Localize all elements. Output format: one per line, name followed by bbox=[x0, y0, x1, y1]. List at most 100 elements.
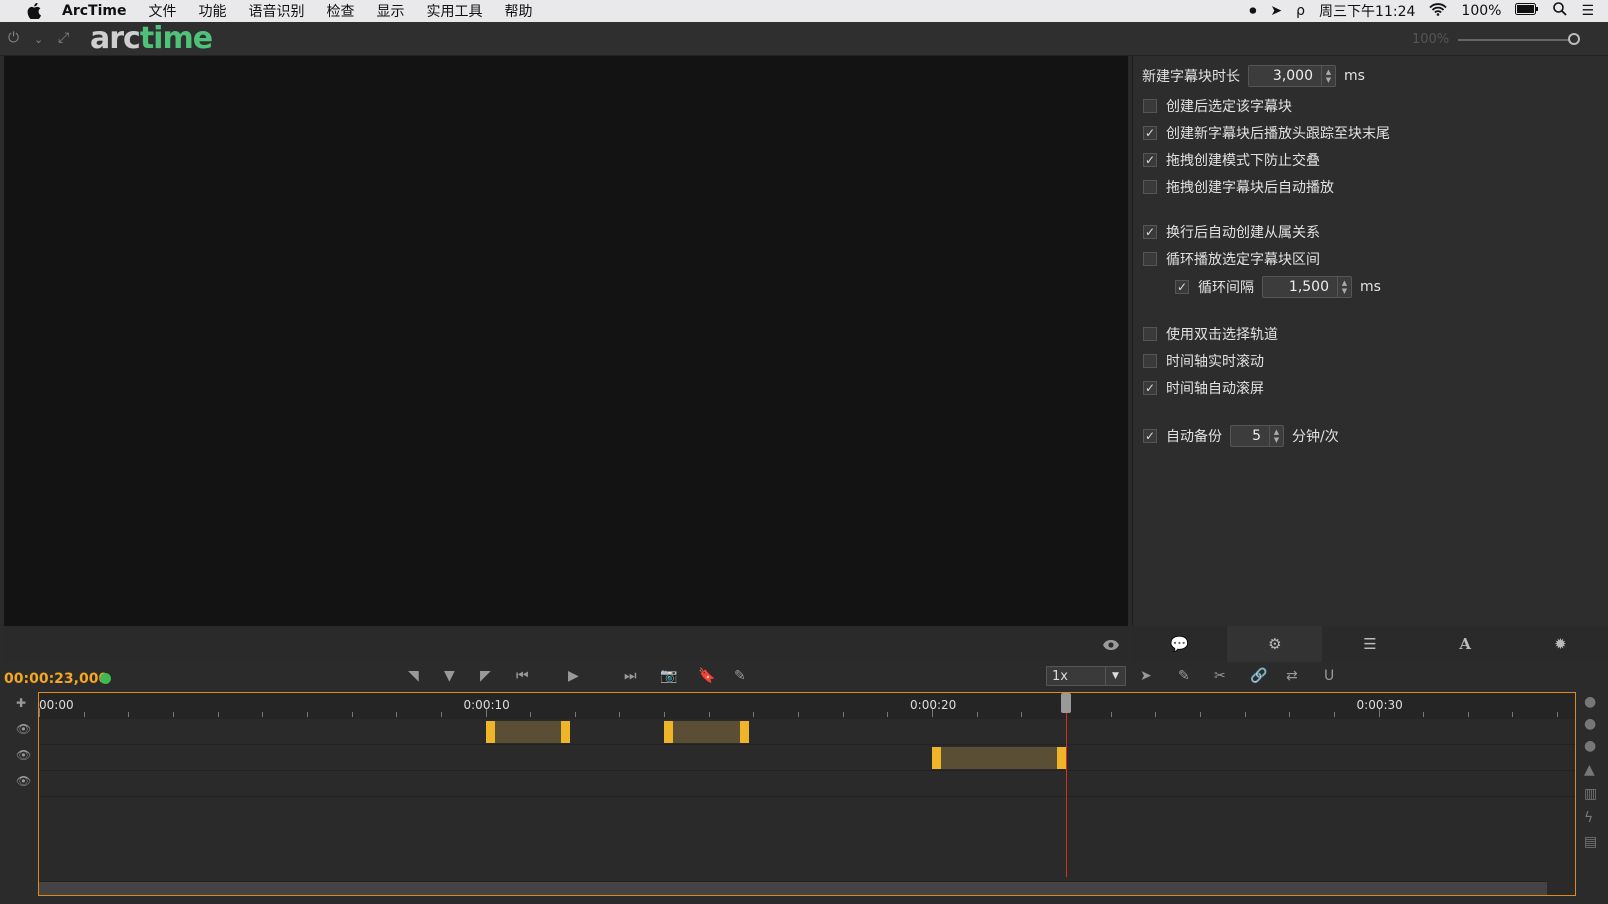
checkbox[interactable] bbox=[1143, 354, 1157, 368]
camera-icon[interactable]: 📷 bbox=[660, 668, 677, 684]
track-eye-icon[interactable]: 👁 bbox=[16, 774, 31, 788]
option-row-0[interactable]: 创建后选定该字幕块 bbox=[1143, 96, 1292, 116]
menu-app[interactable]: ArcTime bbox=[62, 3, 126, 19]
ruler-tick bbox=[396, 712, 398, 717]
subtitle-track[interactable] bbox=[39, 745, 1575, 771]
pointer-icon[interactable]: ➤ bbox=[1140, 668, 1152, 684]
spotlight-search-icon[interactable] bbox=[1553, 2, 1568, 20]
subtitle-block[interactable] bbox=[664, 721, 749, 743]
checkbox[interactable]: ✓ bbox=[1143, 225, 1157, 239]
link-icon[interactable]: 🔗 bbox=[1250, 668, 1267, 684]
chevron-down-icon[interactable]: ⌄ bbox=[34, 33, 43, 46]
checkbox[interactable]: ✓ bbox=[1175, 280, 1189, 294]
option-row-7[interactable]: 时间轴实时滚动 bbox=[1143, 351, 1264, 371]
timeline[interactable]: 00:00 0:00:10 0:00:20 0:00:30 bbox=[38, 692, 1576, 896]
magnet-icon[interactable]: U bbox=[1324, 668, 1334, 684]
keyboard-icon[interactable]: ▤ bbox=[1584, 834, 1597, 850]
menu-speech[interactable]: 语音识别 bbox=[248, 1, 304, 21]
subtitle-block[interactable] bbox=[485, 721, 571, 743]
apple-icon[interactable] bbox=[24, 3, 44, 19]
mark-in-icon[interactable]: ◥ bbox=[408, 668, 419, 684]
track-eye-icon[interactable]: 👁 bbox=[16, 748, 31, 762]
next-icon[interactable]: ⏭ bbox=[624, 668, 637, 684]
tab-settings[interactable]: ⚙ bbox=[1227, 626, 1323, 662]
swap-icon[interactable]: ⇄ bbox=[1286, 668, 1298, 684]
zoom-slider-knob[interactable] bbox=[1568, 33, 1580, 45]
menu-check[interactable]: 检查 bbox=[326, 1, 354, 21]
bookmark-icon[interactable]: 🔖 bbox=[698, 668, 715, 684]
time-ruler[interactable]: 00:00 0:00:10 0:00:20 0:00:30 bbox=[39, 693, 1575, 719]
checkbox[interactable] bbox=[1143, 327, 1157, 341]
horizontal-scrollbar[interactable] bbox=[39, 881, 1547, 895]
globe-icon[interactable]: ● bbox=[1584, 694, 1596, 710]
mark-out-icon[interactable]: ◤ bbox=[480, 668, 491, 684]
checkbox[interactable]: ✓ bbox=[1143, 153, 1157, 167]
add-track-icon[interactable]: ✚ bbox=[16, 696, 26, 710]
notification-center-icon[interactable]: ☰ bbox=[1581, 3, 1594, 19]
option-row-5[interactable]: 循环播放选定字幕块区间 bbox=[1143, 249, 1320, 269]
tab-subtitles[interactable]: 💬 bbox=[1132, 626, 1227, 662]
wifi-icon[interactable] bbox=[1429, 2, 1448, 20]
globe-icon[interactable]: ● bbox=[1584, 716, 1596, 732]
option-row-6[interactable]: 使用双击选择轨道 bbox=[1143, 324, 1278, 344]
menu-function[interactable]: 功能 bbox=[198, 1, 226, 21]
speed-select[interactable]: 1x ▼ bbox=[1046, 666, 1126, 686]
option-row-8[interactable]: ✓ 时间轴自动滚屏 bbox=[1143, 378, 1264, 398]
tab-list[interactable]: ☰ bbox=[1322, 626, 1417, 662]
playhead[interactable] bbox=[1065, 693, 1067, 877]
lightning-icon[interactable]: ϟ bbox=[1584, 810, 1593, 826]
subtitle-track[interactable] bbox=[39, 719, 1575, 745]
subtitle-track[interactable] bbox=[39, 771, 1575, 797]
tab-debug[interactable]: ✹ bbox=[1513, 626, 1608, 662]
magic-wand-icon[interactable]: ✎ bbox=[734, 668, 746, 684]
battery-icon[interactable] bbox=[1515, 3, 1539, 19]
menu-tools[interactable]: 实用工具 bbox=[426, 1, 482, 21]
bar-chart-icon[interactable]: ▥ bbox=[1584, 786, 1597, 802]
loop-interval-stepper[interactable]: 1,500 ▲ ▼ bbox=[1262, 276, 1352, 298]
zoom-slider[interactable] bbox=[1458, 39, 1576, 41]
video-preview[interactable] bbox=[4, 56, 1128, 626]
checkbox[interactable] bbox=[1143, 252, 1157, 266]
checkbox[interactable]: ✓ bbox=[1143, 429, 1157, 443]
option-row-4[interactable]: ✓ 换行后自动创建从属关系 bbox=[1143, 222, 1320, 242]
waveform-icon[interactable]: ▲ bbox=[1584, 762, 1595, 778]
auto-backup-stepper[interactable]: 5 ▲ ▼ bbox=[1230, 425, 1284, 447]
ruler-tick bbox=[128, 712, 130, 717]
clock[interactable]: 周三下午11:24 bbox=[1319, 1, 1415, 21]
fullscreen-icon[interactable]: ⤢ bbox=[58, 30, 69, 46]
screen-record-icon[interactable]: ⏺ bbox=[1249, 3, 1256, 19]
stepper-arrows-icon[interactable]: ▲ ▼ bbox=[1337, 277, 1351, 297]
checkbox[interactable]: ✓ bbox=[1143, 381, 1157, 395]
checkbox[interactable]: ✓ bbox=[1143, 126, 1157, 140]
globe-icon[interactable]: ● bbox=[1584, 738, 1596, 754]
timecode[interactable]: 00:00:23,000 bbox=[4, 671, 108, 687]
ruler-tick bbox=[351, 712, 353, 717]
power-icon[interactable]: ⏻ bbox=[8, 30, 19, 46]
tab-style[interactable]: A bbox=[1418, 626, 1513, 662]
mark-icon[interactable]: ▼ bbox=[444, 668, 455, 684]
send-icon[interactable]: ➤ bbox=[1270, 3, 1282, 19]
checkbox[interactable] bbox=[1143, 180, 1157, 194]
scissors-icon[interactable]: ✂ bbox=[1214, 668, 1226, 684]
chevron-down-icon[interactable]: ▼ bbox=[1105, 667, 1125, 685]
duration-stepper[interactable]: 3,000 ▲ ▼ bbox=[1248, 65, 1336, 87]
option-row-2[interactable]: ✓ 拖拽创建模式下防止交叠 bbox=[1143, 150, 1320, 170]
play-icon[interactable]: ▶ bbox=[568, 668, 579, 684]
ruler-tick bbox=[1244, 712, 1246, 717]
checkbox[interactable] bbox=[1143, 99, 1157, 113]
menu-view[interactable]: 显示 bbox=[376, 1, 404, 21]
font-icon: A bbox=[1459, 635, 1472, 653]
option-row-3[interactable]: 拖拽创建字幕块后自动播放 bbox=[1143, 177, 1334, 197]
previous-icon[interactable]: ⏮ bbox=[516, 668, 529, 684]
eye-icon[interactable] bbox=[1102, 636, 1120, 655]
stepper-arrows-icon[interactable]: ▲ ▼ bbox=[1321, 66, 1335, 86]
subtitle-block[interactable] bbox=[932, 747, 1066, 769]
menu-help[interactable]: 帮助 bbox=[504, 1, 532, 21]
track-eye-icon[interactable]: 👁 bbox=[16, 722, 31, 736]
menu-file[interactable]: 文件 bbox=[148, 1, 176, 21]
pin-icon[interactable]: ρ bbox=[1296, 3, 1305, 19]
stepper-arrows-icon[interactable]: ▲ ▼ bbox=[1269, 426, 1283, 446]
playhead-handle[interactable] bbox=[1060, 693, 1071, 713]
option-row-1[interactable]: ✓ 创建新字幕块后播放头跟踪至块末尾 bbox=[1143, 123, 1390, 143]
edit-icon[interactable]: ✎ bbox=[1178, 668, 1190, 684]
